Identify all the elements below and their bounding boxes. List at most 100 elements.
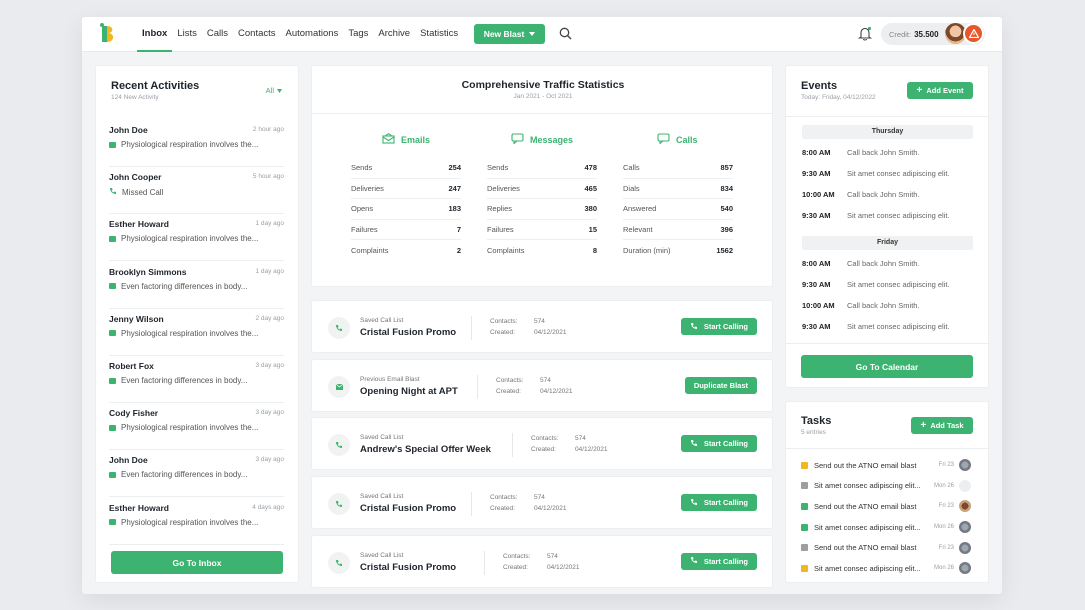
- start-calling-button[interactable]: Start Calling: [680, 318, 757, 335]
- app-window: Inbox Lists Calls Contacts Automations T…: [82, 17, 1002, 594]
- task-color-marker: [801, 461, 808, 469]
- stats-row: Deliveries 465: [487, 179, 597, 199]
- new-blast-button[interactable]: New Blast: [474, 24, 545, 44]
- blast-title[interactable]: Cristal Fusion Promo: [360, 327, 456, 338]
- start-calling-button[interactable]: Start Calling: [680, 494, 757, 512]
- envelope-icon: [328, 375, 350, 398]
- activity-item[interactable]: John Cooper 5 hour ago Missed Call: [109, 167, 284, 215]
- brand-logo-icon[interactable]: [98, 22, 120, 46]
- activity-item[interactable]: John Doe 2 hour ago Physiological respirat…: [109, 120, 284, 167]
- activity-name: Jenny Wilson: [109, 313, 164, 324]
- task-item[interactable]: Send out the ATNO email blast Fri 23: [801, 496, 971, 517]
- action-label: Start Calling: [703, 556, 748, 566]
- activity-item[interactable]: John Doe 3 day ago Even factoring differen…: [109, 450, 284, 498]
- task-text: Sit amet consec adipiscing elit...: [814, 522, 921, 532]
- nav-statistics[interactable]: Statistics: [415, 17, 463, 52]
- activity-item[interactable]: Brooklyn Simmons 1 day ago Even factoring …: [109, 262, 284, 309]
- event-text: Call back John Smith.: [847, 190, 920, 199]
- activity-item[interactable]: Jenny Wilson 2 day ago Physiological respi…: [109, 309, 284, 356]
- nav-lists[interactable]: Lists: [172, 17, 202, 52]
- event-item[interactable]: 9:30 AM Sit amet consec adipiscing elit.: [802, 163, 973, 184]
- nav-calls[interactable]: Calls: [202, 17, 233, 52]
- stats-row-label: Failures: [487, 224, 514, 234]
- assignee-avatar[interactable]: [959, 459, 971, 472]
- activity-name: John Cooper: [109, 172, 162, 183]
- stats-row: Complaints 8: [487, 240, 597, 261]
- blast-title[interactable]: Cristal Fusion Promo: [360, 503, 456, 514]
- duplicate-blast-button[interactable]: Duplicate Blast: [684, 376, 757, 394]
- event-item[interactable]: 9:30 AM Sit amet consec adipiscing elit.: [802, 205, 973, 226]
- nav-automations[interactable]: Automations: [281, 17, 344, 52]
- chat-icon: [109, 471, 116, 478]
- stats-column-label: Calls: [676, 134, 698, 145]
- nav-tags[interactable]: Tags: [343, 17, 373, 52]
- event-time: 8:00 AM: [802, 259, 831, 268]
- event-item[interactable]: 8:00 AM Call back John Smith.: [802, 142, 973, 163]
- stats-row: Relevant 396: [623, 220, 733, 240]
- task-item[interactable]: Sit amet consec adipiscing elit... Mon 26: [801, 476, 971, 497]
- event-time: 8:00 AM: [802, 148, 831, 157]
- divider: [484, 550, 485, 575]
- task-item[interactable]: Send out the ATNO email blast Fri 23: [801, 455, 971, 476]
- search-icon[interactable]: [559, 27, 572, 40]
- contacts-value: 574: [540, 376, 551, 384]
- assignee-avatar[interactable]: [959, 562, 971, 575]
- task-text: Sit amet consec adipiscing elit...: [814, 563, 921, 573]
- event-item[interactable]: 8:00 AM Call back John Smith.: [802, 253, 973, 274]
- go-to-inbox-button[interactable]: Go To Inbox: [111, 551, 283, 574]
- event-item[interactable]: 9:30 AM Sit amet consec adipiscing elit.: [802, 274, 973, 295]
- stats-row-label: Duration (min): [623, 245, 671, 255]
- activity-name: John Doe: [109, 455, 148, 466]
- filter-label: All: [265, 86, 274, 95]
- blast-title[interactable]: Opening Night at APT: [360, 386, 458, 397]
- divider: [786, 116, 990, 117]
- bell-icon[interactable]: [858, 26, 872, 41]
- stats-row-value: 834: [720, 183, 733, 193]
- task-item[interactable]: Send out the ATNO email blast Fri 23: [801, 537, 971, 558]
- stats-row-label: Complaints: [351, 245, 389, 255]
- go-to-calendar-button[interactable]: Go To Calendar: [801, 355, 973, 378]
- assignee-avatar[interactable]: [959, 500, 971, 513]
- chat-icon: [511, 133, 524, 146]
- event-text: Call back John Smith.: [847, 259, 920, 268]
- activity-item[interactable]: Esther Howard 4 days ago Physiological res…: [109, 498, 284, 545]
- activity-item[interactable]: Robert Fox 3 day ago Even factoring differ…: [109, 356, 284, 403]
- activity-message-text: Missed Call: [122, 187, 164, 197]
- recent-activities-panel: Recent Activities 124 New Activity All J…: [95, 65, 299, 583]
- start-calling-button[interactable]: Start Calling: [680, 435, 757, 453]
- plus-icon: +: [920, 420, 927, 431]
- event-item[interactable]: 10:00 AM Call back John Smith.: [802, 295, 973, 316]
- task-item[interactable]: Sit amet consec adipiscing elit... Mon 26: [801, 517, 971, 538]
- stats-row-value: 7: [456, 224, 461, 234]
- stats-row: Failures 7: [351, 220, 461, 240]
- event-item[interactable]: 9:30 AM Sit amet consec adipiscing elit.: [802, 316, 973, 337]
- stats-row: Failures 15: [487, 220, 597, 240]
- assignee-avatar[interactable]: [959, 521, 971, 534]
- activity-message: Physiological respiration involves the..…: [109, 518, 258, 527]
- activity-item[interactable]: Esther Howard 1 day ago Physiological resp…: [109, 214, 284, 262]
- add-event-button[interactable]: + Add Event: [907, 82, 973, 99]
- warning-avatar-icon[interactable]: [963, 23, 984, 44]
- blast-card: Saved Call List Cristal Fusion Promo Conta…: [311, 300, 773, 353]
- stats-row-label: Deliveries: [351, 183, 384, 193]
- activity-item[interactable]: Cody Fisher 3 day ago Physiological respir…: [109, 403, 284, 451]
- activities-filter[interactable]: All: [266, 86, 282, 95]
- nav-archive[interactable]: Archive: [373, 17, 415, 52]
- task-item[interactable]: Sit amet consec adipiscing elit... Mon 26: [801, 558, 971, 579]
- add-task-button[interactable]: + Add Task: [911, 417, 973, 434]
- stats-row-label: Dials: [623, 183, 640, 193]
- stats-row-value: 2: [456, 245, 461, 255]
- nav-inbox[interactable]: Inbox: [137, 17, 173, 52]
- event-item[interactable]: 10:00 AM Call back John Smith.: [802, 184, 973, 205]
- event-day-header: Friday: [802, 236, 973, 250]
- task-color-marker: [801, 482, 808, 490]
- stats-column-label: Emails: [401, 134, 431, 145]
- nav-contacts[interactable]: Contacts: [233, 17, 281, 52]
- blast-title[interactable]: Cristal Fusion Promo: [360, 562, 456, 573]
- stats-column: Sends 478 Deliveries 465 Replies 380 Failures 1…: [487, 158, 597, 261]
- blast-title[interactable]: Andrew's Special Offer Week: [360, 444, 491, 455]
- assignee-avatar[interactable]: [959, 479, 971, 492]
- assignee-avatar[interactable]: [959, 541, 971, 554]
- start-calling-button[interactable]: Start Calling: [680, 552, 757, 570]
- activity-message-text: Physiological respiration involves the..…: [121, 234, 259, 244]
